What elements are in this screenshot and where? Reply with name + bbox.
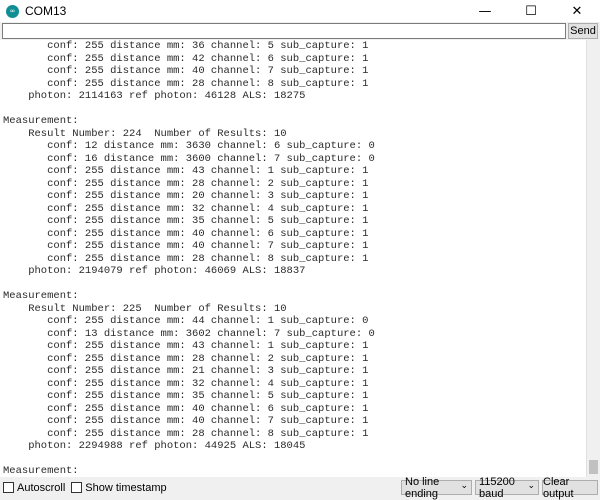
output-line: conf: 255 distance mm: 32 channel: 4 sub…	[3, 202, 369, 215]
window-title: COM13	[25, 4, 67, 18]
autoscroll-label: Autoscroll	[17, 481, 66, 494]
maximize-button[interactable]: ☐	[508, 0, 554, 22]
output-lines: conf: 255 distance mm: 36 channel: 5 sub…	[3, 40, 375, 477]
timestamp-box[interactable]	[71, 482, 83, 493]
output-line: conf: 255 distance mm: 28 channel: 8 sub…	[3, 77, 369, 90]
output-line: conf: 255 distance mm: 40 channel: 7 sub…	[3, 240, 369, 252]
output-line: conf: 255 distance mm: 28 channel: 8 sub…	[3, 427, 369, 440]
output-line: conf: 255 distance mm: 40 channel: 6 sub…	[3, 227, 369, 240]
output-line: Measurement:	[3, 290, 79, 302]
output-line: conf: 255 distance mm: 28 channel: 2 sub…	[3, 352, 369, 365]
output-line: conf: 255 distance mm: 43 channel: 1 sub…	[3, 165, 369, 177]
output-line: conf: 255 distance mm: 40 channel: 6 sub…	[3, 402, 369, 415]
output-line: conf: 255 distance mm: 36 channel: 5 sub…	[3, 40, 369, 52]
baud-select[interactable]: 115200 baud ⌄	[475, 476, 539, 500]
line-ending-select[interactable]: No line ending ⌄	[401, 476, 472, 500]
output-line: photon: 2194079 ref photon: 46069 ALS: 1…	[3, 265, 306, 277]
output-line: conf: 255 distance mm: 21 channel: 3 sub…	[3, 365, 369, 377]
output-line: conf: 255 distance mm: 28 channel: 8 sub…	[3, 252, 369, 265]
send-input[interactable]	[2, 23, 566, 39]
output-line: conf: 255 distance mm: 40 channel: 7 sub…	[3, 415, 369, 427]
output-line: conf: 255 distance mm: 32 channel: 4 sub…	[3, 377, 369, 390]
chevron-down-icon: ⌄	[527, 481, 535, 491]
output-line: conf: 255 distance mm: 35 channel: 5 sub…	[3, 215, 369, 227]
arduino-icon: ∞	[6, 4, 19, 18]
serial-output[interactable]: conf: 255 distance mm: 36 channel: 5 sub…	[0, 40, 586, 477]
status-bar: Autoscroll Show timestamp No line ending…	[0, 476, 600, 500]
send-button[interactable]: Send	[568, 23, 598, 39]
autoscroll-box[interactable]	[3, 482, 14, 493]
output-line: Measurement:	[3, 465, 79, 477]
send-row: Send	[0, 22, 600, 40]
clear-output-button[interactable]: Clear output	[542, 476, 598, 500]
output-line: conf: 255 distance mm: 42 channel: 6 sub…	[3, 52, 369, 65]
output-line: photon: 2294988 ref photon: 44925 ALS: 1…	[3, 440, 306, 452]
output-line: conf: 255 distance mm: 20 channel: 3 sub…	[3, 190, 369, 202]
output-line: conf: 255 distance mm: 44 channel: 1 sub…	[3, 315, 369, 327]
window-controls: — ☐ ✕	[462, 0, 600, 22]
close-button[interactable]: ✕	[554, 0, 600, 22]
timestamp-label: Show timestamp	[85, 481, 167, 494]
output-line: conf: 13 distance mm: 3602 channel: 7 su…	[3, 327, 375, 340]
timestamp-checkbox[interactable]: Show timestamp	[71, 481, 167, 494]
title-bar: ∞ COM13 — ☐ ✕	[0, 0, 600, 22]
chevron-down-icon: ⌄	[460, 481, 468, 491]
autoscroll-checkbox[interactable]: Autoscroll	[3, 482, 65, 494]
output-line: photon: 2114163 ref photon: 46128 ALS: 1…	[3, 90, 306, 102]
output-line: conf: 255 distance mm: 43 channel: 1 sub…	[3, 340, 369, 352]
output-line: conf: 255 distance mm: 40 channel: 7 sub…	[3, 65, 369, 77]
output-line: Result Number: 225 Number of Results: 10	[3, 302, 287, 315]
output-line: conf: 12 distance mm: 3630 channel: 6 su…	[3, 140, 375, 152]
output-line: conf: 255 distance mm: 28 channel: 2 sub…	[3, 177, 369, 190]
vertical-scrollbar[interactable]	[586, 40, 600, 477]
minimize-button[interactable]: —	[462, 0, 508, 22]
output-line: Result Number: 224 Number of Results: 10	[3, 127, 287, 140]
scroll-thumb[interactable]	[589, 460, 598, 474]
output-line: conf: 255 distance mm: 35 channel: 5 sub…	[3, 390, 369, 402]
output-line: Measurement:	[3, 115, 79, 127]
output-line: conf: 16 distance mm: 3600 channel: 7 su…	[3, 152, 375, 165]
